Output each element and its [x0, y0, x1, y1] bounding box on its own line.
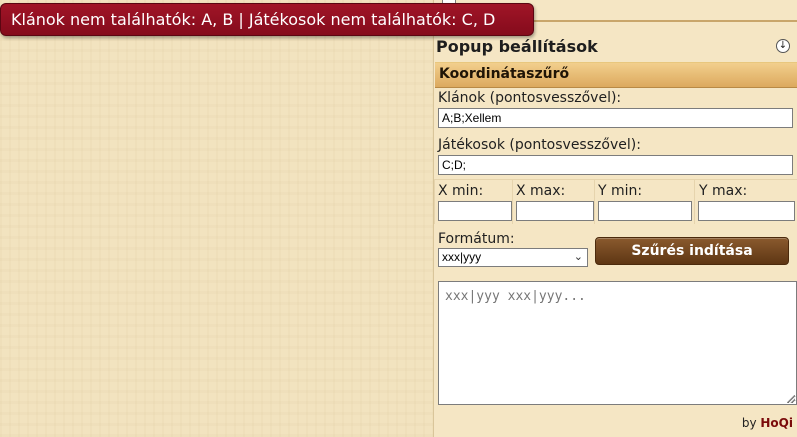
- section-title: Koordinátaszűrő: [439, 66, 570, 82]
- x-min-input[interactable]: [438, 201, 512, 221]
- x-max-input[interactable]: [516, 201, 594, 221]
- start-filter-button[interactable]: Szűrés indítása: [595, 237, 789, 265]
- coordinate-filter-header: Koordinátaszűrő: [435, 62, 797, 88]
- players-label: Játékosok (pontosvesszővel):: [438, 137, 641, 153]
- y-min-label: Y min:: [598, 183, 643, 199]
- x-max-label: X max:: [516, 183, 566, 199]
- author-link[interactable]: HoQi: [760, 416, 793, 430]
- popup-settings-title: Popup beállítások: [436, 37, 598, 56]
- clans-input[interactable]: [438, 108, 793, 128]
- y-min-input[interactable]: [598, 201, 692, 221]
- players-input[interactable]: [438, 155, 793, 175]
- chevron-down-icon: ⌄: [573, 251, 583, 263]
- y-max-input[interactable]: [698, 201, 795, 221]
- format-label: Formátum:: [438, 231, 515, 247]
- error-toast: Klánok nem találhatók: A, B | Játékosok …: [0, 3, 534, 36]
- format-selected-value: xxx|yyy: [442, 250, 482, 264]
- toast-message: Klánok nem találhatók: A, B | Játékosok …: [11, 10, 496, 29]
- format-select[interactable]: xxx|yyy ⌄: [438, 248, 588, 267]
- game-map-background: [0, 0, 433, 437]
- popup-settings-header[interactable]: Popup beállítások ↓: [434, 34, 797, 60]
- footer-credit: by HoQi: [742, 416, 793, 430]
- y-max-label: Y max:: [699, 183, 748, 199]
- footer-by: by: [741, 416, 757, 430]
- output-textarea[interactable]: [438, 281, 797, 405]
- arrow-down-icon[interactable]: ↓: [776, 39, 790, 53]
- clans-label: Klánok (pontosvesszővel):: [438, 90, 622, 106]
- settings-panel: Popup beállítások ↓ Koordinátaszűrő Klán…: [433, 0, 797, 437]
- x-min-label: X min:: [438, 183, 484, 199]
- resize-handle[interactable]: [787, 395, 795, 403]
